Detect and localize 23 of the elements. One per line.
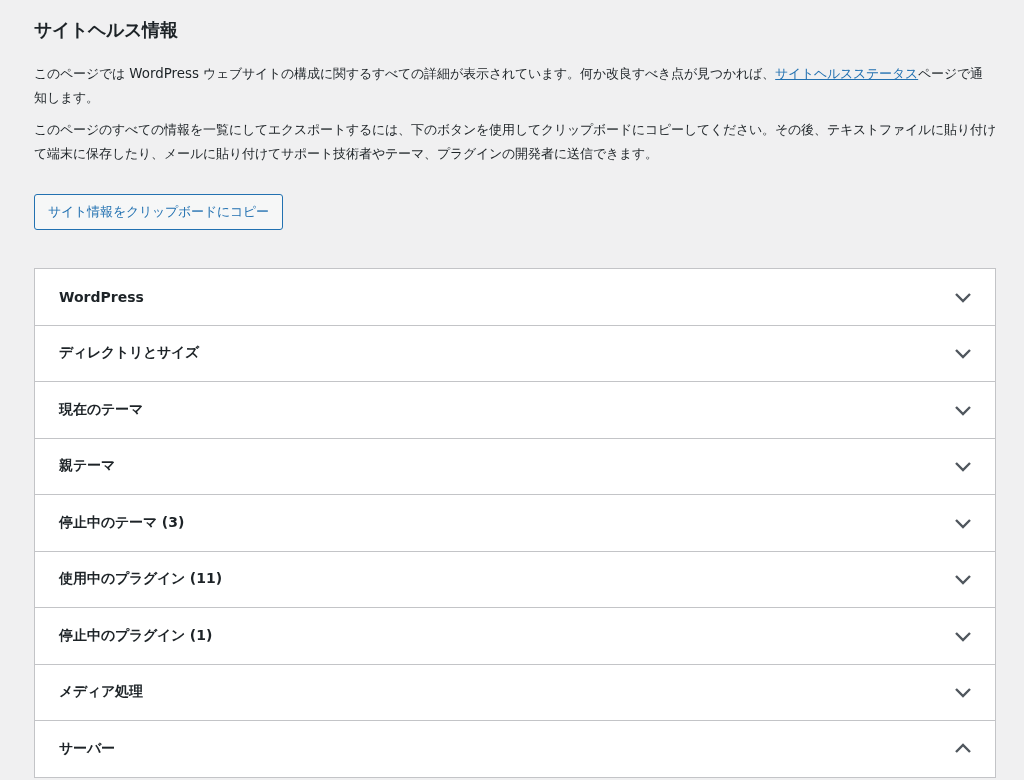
section-title: サーバー [59,739,115,758]
accordion-header[interactable]: ディレクトリとサイズ [35,325,995,381]
section-title: 停止中のテーマ (3) [59,513,185,532]
section-title: WordPress [59,288,144,305]
accordion-header[interactable]: メディア処理 [35,664,995,720]
section-title: 使用中のプラグイン (11) [59,570,223,589]
section-title: ディレクトリとサイズ [59,344,199,363]
accordion-header[interactable]: 親テーマ [35,438,995,494]
description-text: このページのすべての情報を一覧にしてエクスポートするには、下のボタンを使用してクリップボードにコピーしてください。その後、テキストファイルに貼り付けて端末に保存したり、メールに貼り付けてサポート技術者やテーマ、プラグインの開発者に送信できます。 [34,121,996,163]
accordion-header[interactable]: 使用中のプラグイン (11) [35,551,995,607]
accordion-header[interactable]: 現在のテーマ [35,382,995,438]
site-health-status-link[interactable]: サイトヘルスステータス [775,66,919,82]
section-title: 停止中のプラグイン (1) [59,626,213,645]
intro-text: このページでは WordPress ウェブサイトの構成に関するすべての詳細が表示されています。何か改良すべき点が見つかれば、サイトヘルスステータスページで通知します。 [34,65,985,107]
copy-button[interactable]: サイト情報をクリップボードにコピー [34,194,283,230]
section-title: 現在のテーマ [59,400,143,419]
accordion-header[interactable]: WordPress [35,269,995,325]
accordion-header[interactable]: サーバー [35,721,995,777]
accordion-header[interactable]: 停止中のプラグイン (1) [35,608,995,664]
section-title: メディア処理 [59,683,143,702]
page-title: サイトヘルス情報 [34,18,179,42]
section-title: 親テーマ [59,457,115,476]
accordion-header[interactable]: 停止中のテーマ (3) [35,495,995,551]
